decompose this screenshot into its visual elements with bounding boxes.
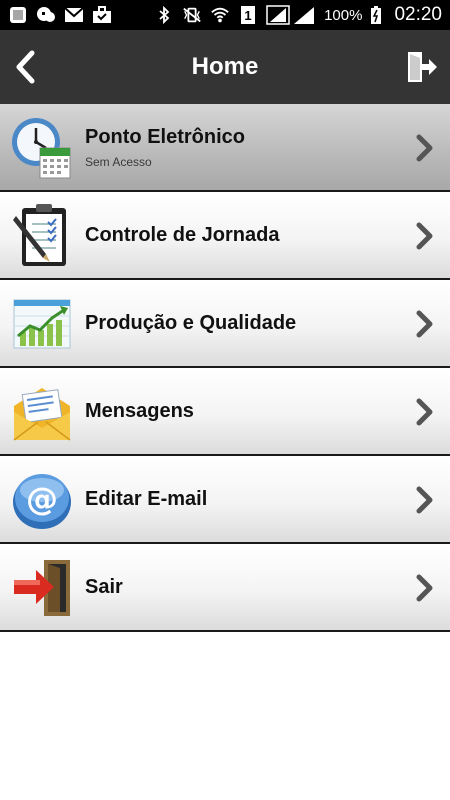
menu-item-label: Editar E-mail <box>85 487 208 510</box>
exit-door-icon <box>408 52 437 82</box>
vibrate-icon <box>182 6 202 24</box>
chevron-right-icon <box>416 310 433 338</box>
svg-text:@: @ <box>26 480 58 518</box>
menu-item-text: Produção e Qualidade <box>85 280 296 366</box>
sim-icon: 1 <box>238 6 258 24</box>
bluetooth-icon <box>154 6 174 24</box>
menu-item-label: Ponto Eletrônico <box>85 125 245 148</box>
menu-item-text: Sair <box>85 544 123 630</box>
signal-icon <box>266 5 316 25</box>
gallery-icon <box>8 6 28 24</box>
menu-item-label: Controle de Jornada <box>85 223 280 246</box>
chevron-right-icon <box>416 222 433 250</box>
envelope-icon <box>10 378 74 444</box>
chevron-right-icon <box>416 574 433 602</box>
clock-calendar-icon <box>10 114 74 180</box>
battery-icon <box>370 6 382 24</box>
menu-item-text: Ponto Eletrônico Sem Acesso <box>85 104 245 190</box>
back-button[interactable] <box>6 42 46 92</box>
logout-button[interactable] <box>400 42 444 92</box>
chevron-right-icon <box>416 486 433 514</box>
menu-item-mensagens[interactable]: Mensagens <box>0 368 450 456</box>
at-sign-icon: @ <box>10 466 74 532</box>
menu-item-editar-email[interactable]: @ Editar E-mail <box>0 456 450 544</box>
menu-item-text: Editar E-mail <box>85 456 207 542</box>
chevron-left-icon <box>16 50 35 84</box>
battery-percent: 100% <box>324 6 363 24</box>
page-title: Home <box>191 53 259 80</box>
menu-item-label: Mensagens <box>85 399 194 422</box>
sim-number: 1 <box>244 8 251 23</box>
menu-item-label: Sair <box>85 575 123 598</box>
briefcase-icon <box>92 6 112 24</box>
exit-arrow-door-icon <box>10 554 74 620</box>
menu-item-label: Produção e Qualidade <box>85 311 297 334</box>
app-header: Home <box>0 30 450 104</box>
menu-item-sair[interactable]: Sair <box>0 544 450 632</box>
menu-item-producao-e-qualidade[interactable]: Produção e Qualidade <box>0 280 450 368</box>
menu-item-text: Mensagens <box>85 368 194 454</box>
clipboard-pen-icon <box>10 202 74 268</box>
menu-item-text: Controle de Jornada <box>85 192 279 278</box>
home-menu: Ponto Eletrônico Sem Acesso Controle de … <box>0 104 450 632</box>
status-notifications <box>8 6 112 24</box>
growth-chart-icon <box>10 290 74 356</box>
chevron-right-icon <box>416 398 433 426</box>
menu-item-sublabel: Sem Acesso <box>85 154 152 169</box>
status-bar: 1 100% 02:20 <box>0 0 450 30</box>
menu-item-controle-de-jornada[interactable]: Controle de Jornada <box>0 192 450 280</box>
menu-item-ponto-eletronico[interactable]: Ponto Eletrônico Sem Acesso <box>0 104 450 192</box>
wifi-icon <box>210 6 230 24</box>
status-system: 1 100% 02:20 <box>154 4 442 26</box>
clock: 02:20 <box>394 4 442 25</box>
gmail-icon <box>64 6 84 24</box>
chevron-right-icon <box>416 134 433 162</box>
hangouts-icon <box>36 6 56 24</box>
